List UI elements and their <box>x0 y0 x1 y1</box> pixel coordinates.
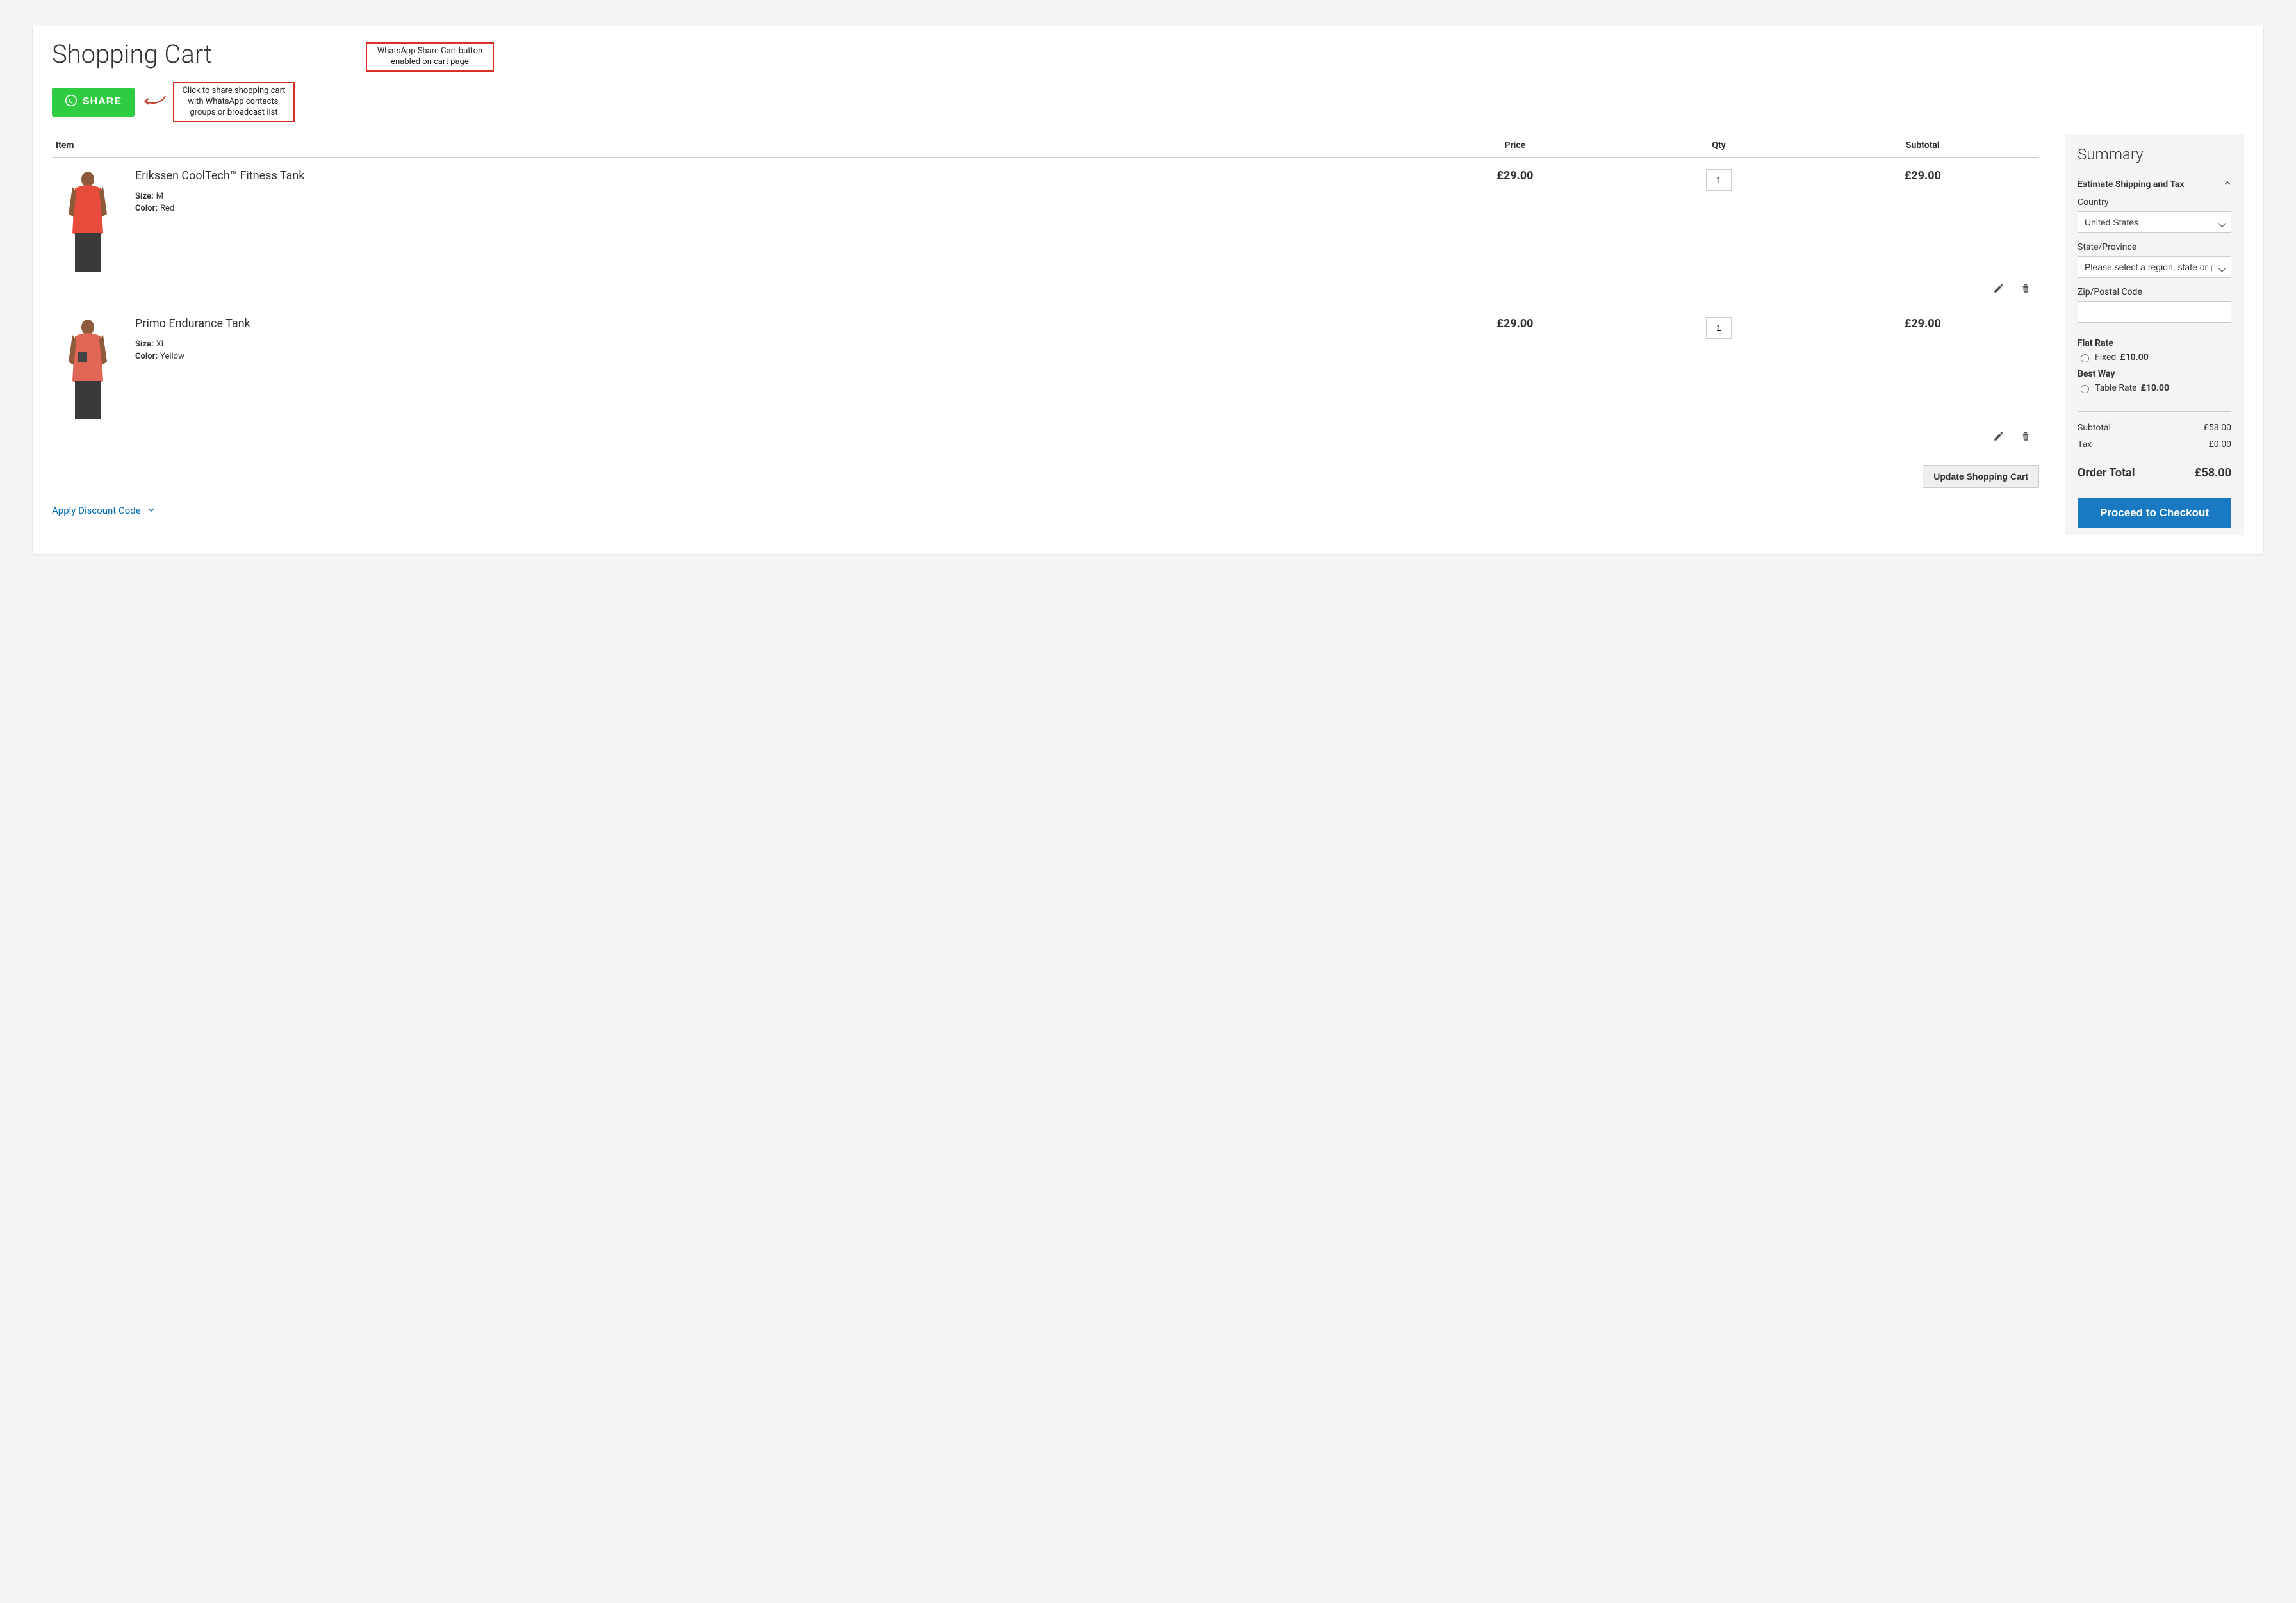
zip-input[interactable] <box>2078 301 2231 323</box>
annotation-top: WhatsApp Share Cart button enabled on ca… <box>366 42 494 72</box>
totals-block: Subtotal £58.00 Tax £0.00 Order Total £5… <box>2078 411 2231 485</box>
summary-title: Summary <box>2078 145 2231 170</box>
edit-item-button[interactable] <box>1992 281 2006 297</box>
product-image <box>56 317 120 423</box>
subtotal-cell: £29.00 <box>1807 157 2039 279</box>
zip-label: Zip/Postal Code <box>2078 287 2231 297</box>
ship-radio-fixed[interactable] <box>2081 354 2089 362</box>
product-attr-size: Size:M <box>135 191 304 201</box>
table-row: Primo Endurance Tank Size:XL Color:Yello… <box>52 305 2039 427</box>
edit-item-button[interactable] <box>1992 429 2006 445</box>
summary-panel: Summary Estimate Shipping and Tax Countr… <box>2065 134 2244 535</box>
product-name[interactable]: Erikssen CoolTech™ Fitness Tank <box>135 169 304 183</box>
item-actions-row <box>52 279 2039 305</box>
table-row: Erikssen CoolTech™ Fitness Tank Size:M C… <box>52 157 2039 279</box>
product-attr-color: Color:Yellow <box>135 352 250 361</box>
price-cell: £29.00 <box>1398 305 1631 427</box>
whatsapp-icon <box>65 94 78 110</box>
country-select[interactable]: United States <box>2078 211 2231 233</box>
product-image <box>56 169 120 275</box>
cart-table: Item Price Qty Subtotal <box>52 134 2039 453</box>
country-label: Country <box>2078 197 2231 207</box>
tax-value: £0.00 <box>2209 439 2231 450</box>
tax-label: Tax <box>2078 439 2092 450</box>
remove-item-button[interactable] <box>2019 429 2033 445</box>
annotation-share: Click to share shopping cart with WhatsA… <box>173 82 295 122</box>
share-button-label: SHARE <box>83 96 122 108</box>
header-item: Item <box>52 134 1398 158</box>
ship-option-table-rate[interactable]: Table Rate £10.00 <box>2078 383 2231 393</box>
cart-footer: Update Shopping Cart <box>52 453 2039 488</box>
page-title: Shopping Cart <box>52 39 212 69</box>
ship-option-fixed[interactable]: Fixed £10.00 <box>2078 352 2231 362</box>
qty-input[interactable] <box>1706 317 1732 339</box>
item-actions-row <box>52 427 2039 453</box>
content-row: Item Price Qty Subtotal <box>52 134 2244 535</box>
cart-column: Item Price Qty Subtotal <box>52 134 2039 535</box>
subtotal-value: £58.00 <box>2204 423 2231 433</box>
arrow-icon <box>141 91 167 113</box>
chevron-down-icon <box>147 505 155 516</box>
remove-item-button[interactable] <box>2019 281 2033 297</box>
discount-label: Apply Discount Code <box>52 505 141 516</box>
whatsapp-share-button[interactable]: SHARE <box>52 88 135 117</box>
estimate-shipping-toggle[interactable]: Estimate Shipping and Tax <box>2078 179 2231 190</box>
share-row: SHARE Click to share shopping cart with … <box>52 82 2244 122</box>
estimate-label: Estimate Shipping and Tax <box>2078 179 2184 190</box>
title-row: Shopping Cart WhatsApp Share Cart button… <box>52 39 2244 82</box>
product-attr-color: Color:Red <box>135 204 304 213</box>
header-subtotal: Subtotal <box>1807 134 2039 158</box>
price-cell: £29.00 <box>1398 157 1631 279</box>
ship-method-flat-rate: Flat Rate <box>2078 338 2231 348</box>
ship-method-best-way: Best Way <box>2078 369 2231 379</box>
subtotal-label: Subtotal <box>2078 423 2111 433</box>
cart-page: Shopping Cart WhatsApp Share Cart button… <box>32 26 2264 555</box>
pencil-icon <box>1993 286 2005 296</box>
header-qty: Qty <box>1632 134 1807 158</box>
product-attr-size: Size:XL <box>135 339 250 349</box>
state-select[interactable]: Please select a region, state or provinc… <box>2078 256 2231 278</box>
ship-radio-table-rate[interactable] <box>2081 385 2089 393</box>
pencil-icon <box>1993 434 2005 444</box>
header-price: Price <box>1398 134 1631 158</box>
proceed-to-checkout-button[interactable]: Proceed to Checkout <box>2078 498 2231 528</box>
trash-icon <box>2020 286 2031 296</box>
chevron-up-icon <box>2224 179 2231 190</box>
order-total-value: £58.00 <box>2195 466 2231 480</box>
update-cart-button[interactable]: Update Shopping Cart <box>1923 465 2039 488</box>
product-name[interactable]: Primo Endurance Tank <box>135 317 250 330</box>
qty-input[interactable] <box>1706 169 1732 191</box>
state-label: State/Province <box>2078 242 2231 252</box>
trash-icon <box>2020 434 2031 444</box>
order-total-label: Order Total <box>2078 466 2135 480</box>
apply-discount-toggle[interactable]: Apply Discount Code <box>52 505 155 516</box>
subtotal-cell: £29.00 <box>1807 305 2039 427</box>
